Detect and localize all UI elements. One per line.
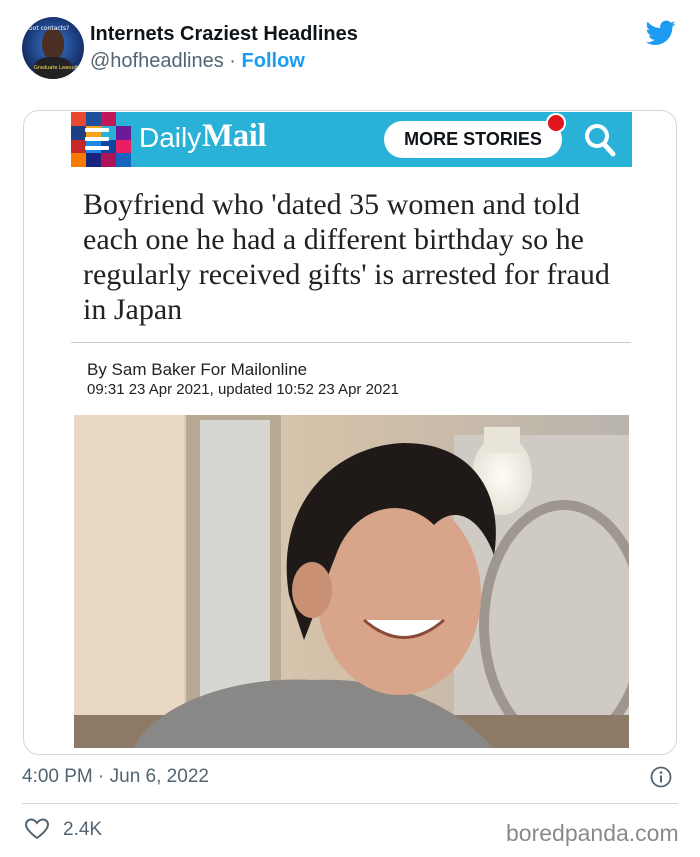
- avatar-text-bottom: Graduate Lawsuits: [34, 65, 81, 71]
- avatar-text-top: Got contacts?: [28, 25, 70, 32]
- follow-button[interactable]: Follow: [242, 50, 305, 72]
- site-name-mail: Mail: [202, 118, 266, 154]
- info-icon[interactable]: [650, 766, 672, 788]
- heart-icon[interactable]: [25, 818, 49, 840]
- notification-dot: [546, 113, 566, 133]
- article-photo: [74, 415, 629, 748]
- tweet-card: Got contacts? Graduate Lawsuits Internet…: [0, 0, 700, 857]
- article-image-card[interactable]: Daily Mail MORE STORIES Boyfriend who 'd…: [23, 110, 677, 755]
- handle-separator: ·: [229, 50, 236, 72]
- more-stories-button[interactable]: MORE STORIES: [384, 121, 562, 158]
- boredpanda-watermark: boredpanda.com: [506, 820, 679, 846]
- article-headline: Boyfriend who 'dated 35 women and told e…: [83, 188, 610, 326]
- search-icon[interactable]: [583, 122, 617, 158]
- account-name[interactable]: Internets Craziest Headlines: [90, 23, 358, 46]
- avatar-face: [42, 29, 64, 59]
- like-count: 2.4K: [63, 819, 103, 840]
- account-handle[interactable]: @hofheadlines: [90, 50, 224, 72]
- twitter-bird-icon[interactable]: [646, 20, 676, 46]
- photo-illustration: [74, 415, 629, 748]
- footer-divider: [22, 803, 678, 804]
- account-avatar[interactable]: Got contacts? Graduate Lawsuits: [22, 17, 84, 79]
- site-name-daily: Daily: [139, 122, 202, 153]
- hamburger-menu-icon[interactable]: [85, 128, 109, 150]
- article-dateline: 09:31 23 Apr 2021, updated 10:52 23 Apr …: [87, 381, 399, 398]
- handle-line: @hofheadlines · Follow: [90, 50, 305, 73]
- headline-divider: [71, 342, 631, 343]
- dailymail-header-bar: Daily Mail MORE STORIES: [71, 112, 632, 167]
- tweet-timestamp[interactable]: 4:00 PM · Jun 6, 2022: [22, 766, 209, 788]
- article-byline: By Sam Baker For Mailonline: [87, 360, 308, 379]
